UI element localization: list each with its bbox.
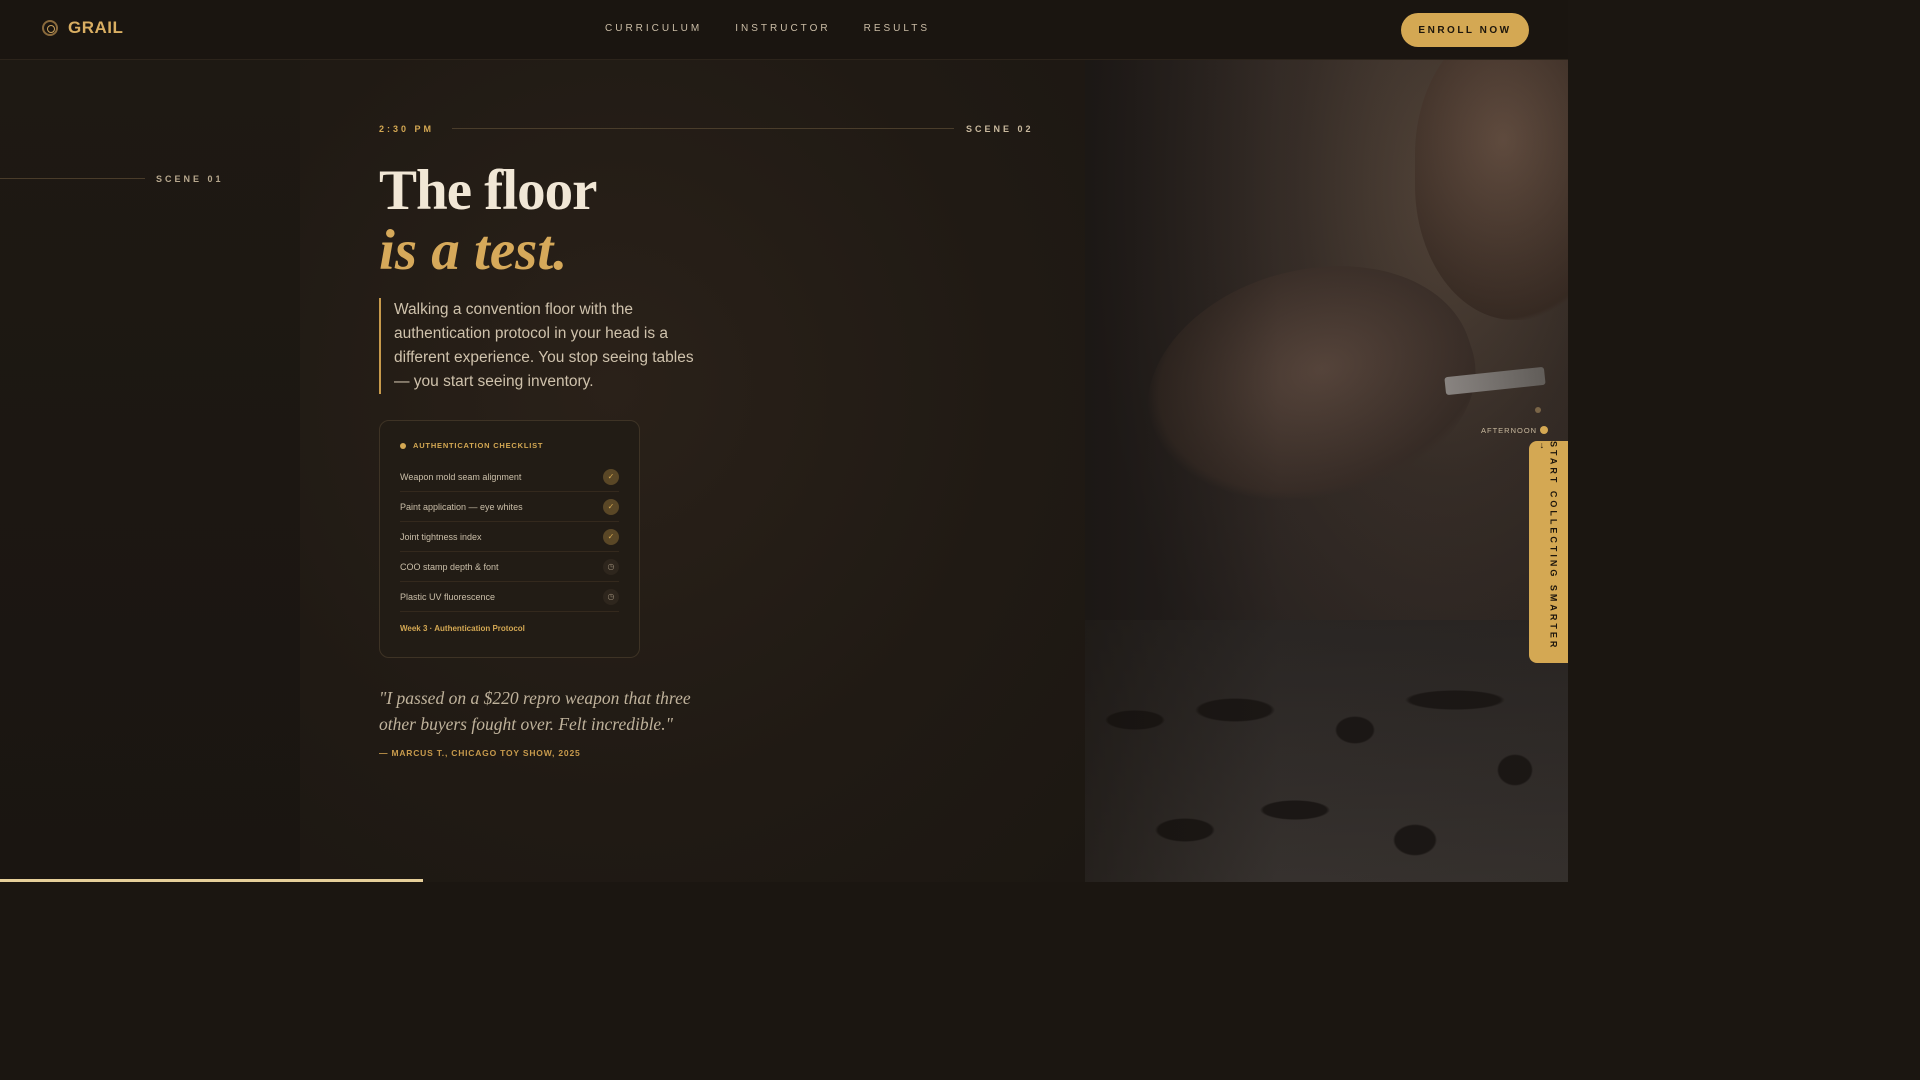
headline-line2: is a test. xyxy=(379,219,568,282)
clock-icon: ◷ xyxy=(603,558,619,575)
checklist-item-label: Weapon mold seam alignment xyxy=(400,471,522,482)
checklist-item-label: Plastic UV fluorescence xyxy=(400,591,496,602)
checklist-item-label: Paint application — eye whites xyxy=(400,501,523,512)
checklist-item-label: Joint tightness index xyxy=(400,531,482,542)
bullet-dot-icon xyxy=(400,442,406,449)
enroll-now-button[interactable]: ENROLL NOW xyxy=(1401,13,1529,47)
checklist-footer: Week 3 · Authentication Protocol xyxy=(400,624,525,633)
checklist-item-label: COO stamp depth & font xyxy=(400,561,499,572)
nav-link-instructor[interactable]: INSTRUCTOR xyxy=(735,23,830,34)
authentication-checklist-card: AUTHENTICATION CHECKLIST Weapon mold sea… xyxy=(379,420,640,658)
time-divider xyxy=(452,128,954,129)
collector-photo xyxy=(1085,60,1568,882)
previous-scene-panel xyxy=(0,60,300,882)
check-icon: ✓ xyxy=(603,468,619,485)
timeline-current-label: AFTERNOON xyxy=(1481,426,1538,435)
checklist-item: Plastic UV fluorescence ◷ xyxy=(400,582,619,612)
scene-02-label: SCENE 02 xyxy=(966,124,1034,134)
checklist-title: AUTHENTICATION CHECKLIST xyxy=(413,441,544,450)
logo-icon xyxy=(42,20,58,36)
checklist-header: AUTHENTICATION CHECKLIST xyxy=(400,441,619,450)
start-collecting-tab[interactable]: START COLLECTING SMARTER → xyxy=(1529,441,1568,663)
scene-01-label: SCENE 01 xyxy=(156,174,224,184)
nav-link-curriculum[interactable]: CURRICULUM xyxy=(605,23,702,34)
nav-link-results[interactable]: RESULTS xyxy=(864,23,930,34)
checklist-item: COO stamp depth & font ◷ xyxy=(400,552,619,582)
checklist-item: Weapon mold seam alignment ✓ xyxy=(400,462,619,492)
check-icon: ✓ xyxy=(603,528,619,545)
checklist-item: Paint application — eye whites ✓ xyxy=(400,492,619,522)
lead-paragraph: Walking a convention floor with the auth… xyxy=(379,298,709,394)
testimonial-attribution: — MARCUS T., CHICAGO TOY SHOW, 2025 xyxy=(379,748,581,758)
headline-line1: The floor xyxy=(379,159,597,222)
brand-name: GRAIL xyxy=(68,18,124,37)
scene-time: 2:30 PM xyxy=(379,124,435,134)
top-nav: GRAIL CURRICULUM INSTRUCTOR RESULTS ENRO… xyxy=(0,0,1568,60)
timeline-dot-active[interactable] xyxy=(1540,426,1548,434)
scene-divider xyxy=(0,178,145,179)
side-cta-label: START COLLECTING SMARTER → xyxy=(1538,441,1559,651)
check-icon: ✓ xyxy=(603,498,619,515)
timeline-dot[interactable] xyxy=(1535,407,1541,413)
checklist-item: Joint tightness index ✓ xyxy=(400,522,619,552)
main-nav: CURRICULUM INSTRUCTOR RESULTS xyxy=(605,23,930,34)
testimonial-quote: "I passed on a $220 repro weapon that th… xyxy=(379,688,691,734)
clock-icon: ◷ xyxy=(603,588,619,605)
photo-overlay xyxy=(1085,60,1568,882)
scroll-progress-bar xyxy=(0,879,424,882)
brand-logo[interactable]: GRAIL xyxy=(42,18,123,38)
